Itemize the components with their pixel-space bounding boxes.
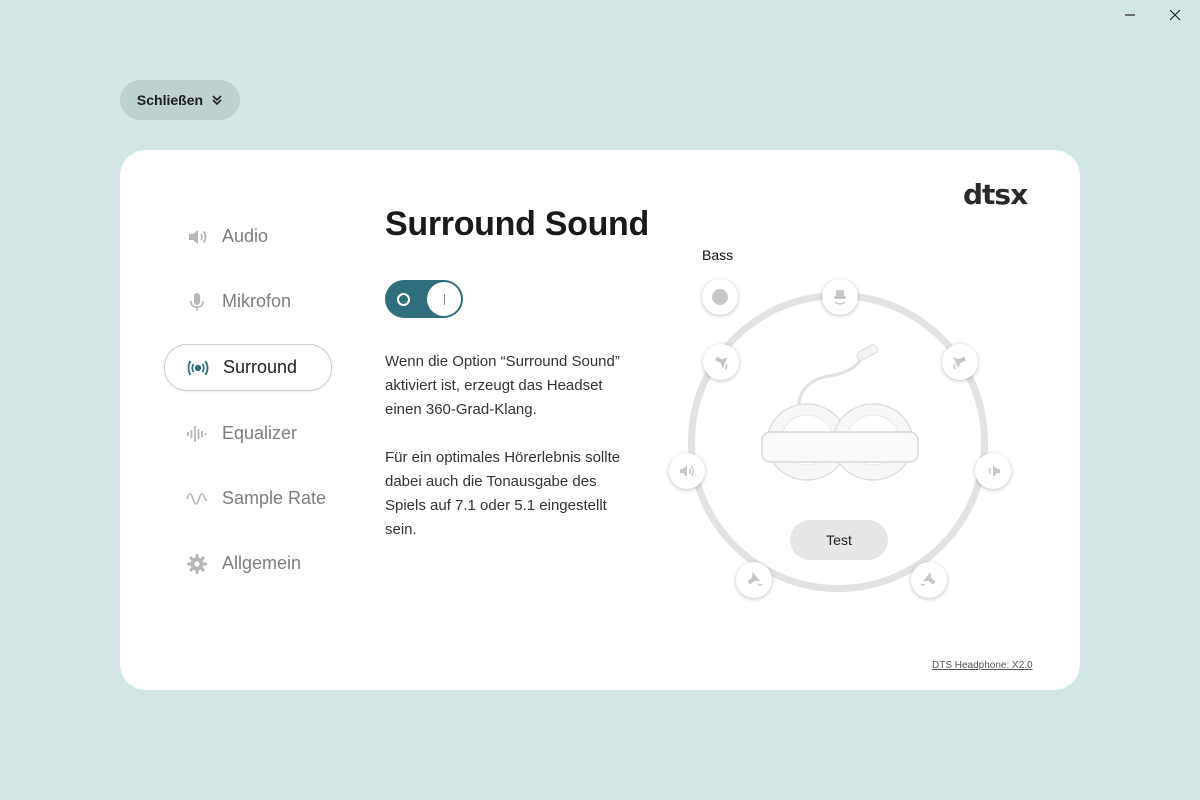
bass-circle-icon — [712, 289, 728, 305]
bass-label: Bass — [702, 247, 734, 263]
surround-toggle[interactable] — [385, 280, 463, 318]
speaker-side-right[interactable] — [975, 453, 1011, 489]
version-link[interactable]: DTS Headphone: X2.0 — [932, 660, 1033, 671]
sidebar-item-label: Allgemein — [222, 553, 302, 573]
headset-illustration — [761, 344, 919, 481]
settings-card: Audio Mikrofon Surround Equalizer Sample… — [120, 150, 1080, 690]
sine-wave-icon — [184, 486, 210, 512]
speaker-rear-right[interactable] — [911, 562, 947, 598]
speaker-center[interactable] — [822, 279, 858, 315]
description: Wenn die Option “Surround Sound” aktivie… — [385, 350, 640, 566]
sidebar-item-label: Sample Rate — [222, 488, 327, 508]
speaker-angled-icon — [747, 572, 763, 586]
minimize-button[interactable] — [1110, 4, 1150, 26]
sidebar-item-label: Audio — [222, 226, 269, 246]
speaker-icon — [988, 465, 1000, 477]
close-menu-label: Schließen — [136, 92, 204, 108]
sidebar-item-audio[interactable]: Audio — [164, 214, 332, 259]
speaker-angled-icon — [953, 356, 966, 370]
microphone-icon — [184, 289, 210, 315]
toggle-off-mark — [397, 293, 410, 306]
minimize-icon — [1125, 14, 1135, 16]
speaker-angled-icon — [715, 356, 728, 370]
surround-icon — [185, 355, 211, 381]
speaker-down-icon — [834, 290, 846, 305]
speaker-angled-icon — [920, 572, 936, 586]
dtsx-logo: dtsx — [963, 178, 1028, 211]
speaker-bass[interactable] — [702, 279, 738, 315]
sidebar-item-label: Surround — [223, 357, 298, 377]
sidebar-item-equalizer[interactable]: Equalizer — [164, 411, 332, 456]
description-paragraph: Wenn die Option “Surround Sound” aktivie… — [385, 353, 620, 418]
speaker-front-left[interactable] — [703, 344, 739, 380]
close-icon — [1169, 9, 1181, 21]
gear-icon — [184, 551, 210, 577]
toggle-knob — [427, 282, 461, 316]
equalizer-icon — [184, 421, 210, 447]
speaker-rear-left[interactable] — [736, 562, 772, 598]
close-menu-button[interactable]: Schließen — [120, 80, 240, 120]
sidebar-item-mikrofon[interactable]: Mikrofon — [164, 279, 332, 324]
sidebar-item-allgemein[interactable]: Allgemein — [164, 541, 332, 586]
sidebar-item-label: Mikrofon — [222, 291, 292, 311]
speaker-side-left[interactable] — [669, 453, 705, 489]
sidebar-nav: Audio Mikrofon Surround Equalizer Sample… — [164, 214, 332, 606]
surround-diagram: Bass Test — [660, 245, 1020, 625]
speaker-front-right[interactable] — [942, 344, 978, 380]
test-button[interactable]: Test — [790, 520, 888, 560]
double-chevron-down-icon — [212, 95, 222, 106]
sidebar-item-surround[interactable]: Surround — [164, 344, 332, 391]
speaker-icon — [680, 465, 694, 477]
speaker-icon — [184, 224, 210, 250]
description-paragraph: Für ein optimales Hörerlebnis sollte dab… — [385, 449, 621, 538]
close-window-button[interactable] — [1155, 4, 1195, 26]
page-title: Surround Sound — [385, 205, 649, 243]
sidebar-item-sample-rate[interactable]: Sample Rate — [164, 476, 332, 521]
sidebar-item-label: Equalizer — [222, 423, 298, 443]
